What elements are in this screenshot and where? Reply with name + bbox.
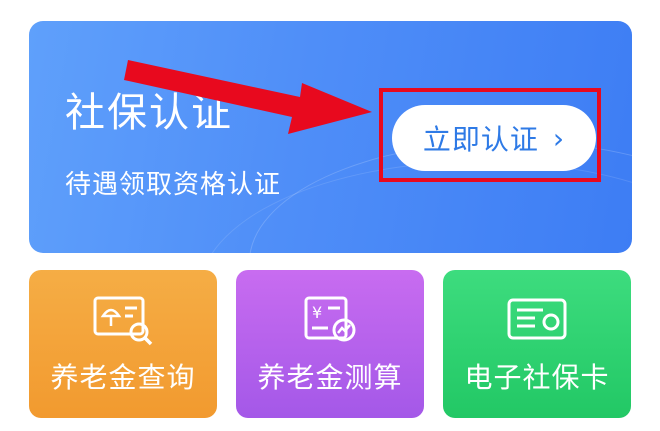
pension-calculator-icon: ¥ [304,296,356,342]
social-security-card-label: 电子社保卡 [464,361,610,394]
pension-calculator-label: 养老金测算 [257,361,403,394]
svg-text:¥: ¥ [312,303,322,322]
pension-calculator-card[interactable]: ¥ 养老金测算 [236,270,424,418]
pension-query-icon [93,296,153,346]
social-security-card-icon [507,298,567,340]
pension-query-label: 养老金查询 [50,361,196,394]
pension-query-card[interactable]: 养老金查询 [29,270,217,418]
social-security-card-card[interactable]: 电子社保卡 [443,270,631,418]
